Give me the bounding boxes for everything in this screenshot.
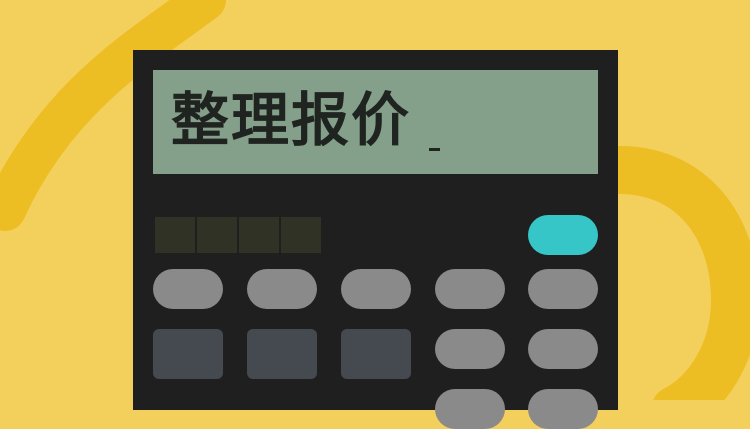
key-row2-col3[interactable]	[341, 329, 411, 379]
key-row2-col2[interactable]	[247, 329, 317, 379]
memory-segment-2	[197, 217, 237, 253]
memory-segment-3	[239, 217, 279, 253]
display-text: 整理报价	[171, 86, 412, 154]
key-row1-col2[interactable]	[247, 269, 317, 309]
key-row3-col5[interactable]	[528, 389, 598, 429]
key-row2-col5[interactable]	[528, 329, 598, 369]
key-row3-col4[interactable]	[435, 389, 505, 429]
key-row2-col1[interactable]	[153, 329, 223, 379]
key-row1-col4[interactable]	[435, 269, 505, 309]
memory-segment-1	[155, 217, 195, 253]
key-row1-col5[interactable]	[528, 269, 598, 309]
key-row2-col4[interactable]	[435, 329, 505, 369]
lcd-display: 整理报价	[153, 70, 598, 174]
memory-segment-4	[281, 217, 321, 253]
accent-key[interactable]	[528, 215, 598, 255]
key-row1-col3[interactable]	[341, 269, 411, 309]
text-cursor	[429, 148, 440, 151]
key-row1-col1[interactable]	[153, 269, 223, 309]
calculator-body: 整理报价	[133, 50, 618, 429]
